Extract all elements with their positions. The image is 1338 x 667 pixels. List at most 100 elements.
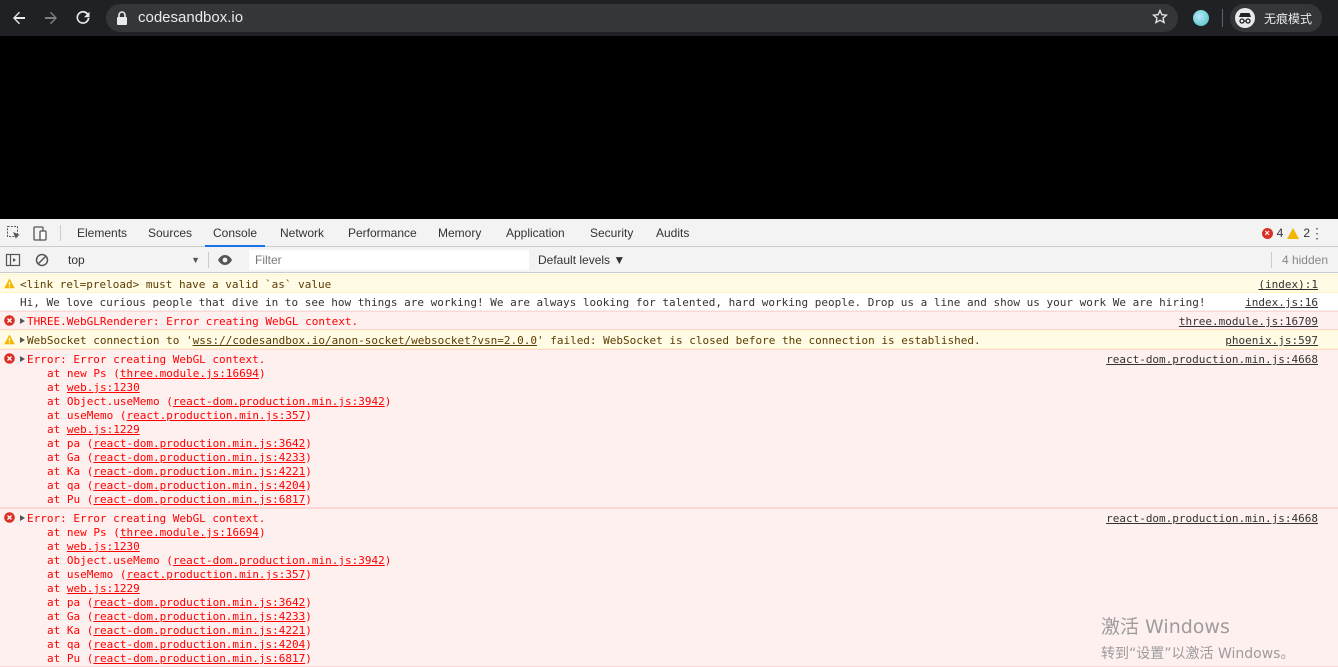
- stack-frame-end: ): [305, 652, 312, 665]
- stack-frame-function: at: [47, 582, 67, 595]
- stack-frame-location-link[interactable]: web.js:1230: [67, 540, 140, 553]
- stack-frame-location-link[interactable]: web.js:1229: [67, 423, 140, 436]
- message-text-suffix: ' failed: WebSocket is closed before the…: [536, 334, 981, 347]
- stack-frame-function: at useMemo (: [47, 568, 127, 581]
- forward-button[interactable]: [40, 7, 62, 29]
- browser-toolbar: codesandbox.io 无痕模式: [0, 0, 1338, 36]
- stack-frame-function: at: [47, 381, 67, 394]
- stack-frame-function: at qa (: [47, 479, 94, 492]
- stack-frame-location-link[interactable]: react-dom.production.min.js:3642: [93, 437, 305, 450]
- stack-frame-function: at Ka (: [47, 624, 94, 637]
- page-viewport[interactable]: [0, 36, 1338, 219]
- stack-frame-end: ): [305, 465, 312, 478]
- tab-sources[interactable]: Sources: [148, 219, 192, 247]
- stack-frame-location-link[interactable]: react-dom.production.min.js:3942: [173, 554, 385, 567]
- back-button[interactable]: [8, 7, 30, 29]
- more-options-icon[interactable]: ⋮: [1310, 225, 1324, 241]
- tab-console[interactable]: Console: [205, 219, 266, 247]
- warning-icon: [1287, 227, 1300, 239]
- expand-triangle-icon[interactable]: [20, 356, 25, 362]
- inspect-element-icon[interactable]: [6, 225, 22, 241]
- watermark-subtitle: 转到“设置”以激活 Windows。: [1101, 646, 1295, 662]
- stack-frame-location-link[interactable]: react-dom.production.min.js:6817: [93, 652, 305, 665]
- expand-triangle-icon[interactable]: [20, 337, 25, 343]
- tab-security[interactable]: Security: [590, 219, 633, 247]
- bookmark-star-icon[interactable]: [1152, 9, 1168, 25]
- hidden-messages-count: 4 hidden: [1281, 253, 1328, 267]
- stack-frame-end: ): [258, 367, 266, 380]
- incognito-indicator[interactable]: 无痕模式: [1230, 4, 1322, 32]
- stack-frame-location-link[interactable]: react.production.min.js:357: [126, 409, 305, 422]
- stack-frame-function: at pa (: [47, 596, 94, 609]
- stack-frame-end: ): [305, 479, 312, 492]
- stack-frame-location-link[interactable]: react-dom.production.min.js:6817: [93, 493, 305, 506]
- stack-frame-location-link[interactable]: react-dom.production.min.js:4204: [93, 638, 305, 651]
- context-select[interactable]: top ▼: [64, 250, 204, 270]
- expand-triangle-icon[interactable]: [20, 318, 25, 324]
- stack-frame-location-link[interactable]: web.js:1230: [67, 381, 140, 394]
- stack-frame: at pa (react-dom.production.min.js:3642): [0, 596, 1338, 610]
- console-message-warning[interactable]: <link rel=preload> must have a valid `as…: [0, 274, 1338, 293]
- stack-frame-function: at Pu (: [47, 652, 94, 665]
- stack-frame-location-link[interactable]: react-dom.production.min.js:4221: [93, 624, 305, 637]
- filterbar-divider-right: [1271, 252, 1272, 268]
- tab-audits[interactable]: Audits: [656, 219, 689, 247]
- filter-input[interactable]: [249, 250, 529, 270]
- stack-frame-location-link[interactable]: react.production.min.js:357: [126, 568, 305, 581]
- message-text: THREE.WebGLRenderer: Error creating WebG…: [27, 315, 359, 328]
- message-text-prefix: WebSocket connection to ': [27, 334, 193, 347]
- console-message-error[interactable]: Error: Error creating WebGL context. rea…: [0, 349, 1338, 508]
- message-source-link[interactable]: phoenix.js:597: [1225, 334, 1318, 347]
- log-levels-dropdown[interactable]: Default levels ▼: [538, 250, 625, 270]
- tab-application[interactable]: Application: [506, 219, 565, 247]
- message-source-link[interactable]: index.js:16: [1245, 296, 1318, 309]
- devtools-panel: Elements Sources Console Network Perform…: [0, 219, 1338, 667]
- stack-frame-function: at Ga (: [47, 610, 94, 623]
- message-source-link[interactable]: react-dom.production.min.js:4668: [1106, 353, 1318, 366]
- stack-frame: at useMemo (react.production.min.js:357): [0, 568, 1338, 582]
- tab-network[interactable]: Network: [280, 219, 324, 247]
- stack-frame-location-link[interactable]: three.module.js:16694: [120, 526, 259, 539]
- websocket-url-link[interactable]: wss://codesandbox.io/anon-socket/websock…: [193, 334, 537, 347]
- device-toolbar-icon[interactable]: [32, 225, 48, 241]
- stack-frame-location-link[interactable]: react-dom.production.min.js:4221: [93, 465, 305, 478]
- address-bar[interactable]: codesandbox.io: [106, 4, 1178, 32]
- stack-frame-location-link[interactable]: react-dom.production.min.js:4233: [93, 610, 305, 623]
- lock-icon: [117, 11, 127, 25]
- message-source-link[interactable]: react-dom.production.min.js:4668: [1106, 512, 1318, 525]
- console-message-error[interactable]: THREE.WebGLRenderer: Error creating WebG…: [0, 311, 1338, 330]
- extension-icon[interactable]: [1193, 10, 1209, 26]
- stack-frame-end: ): [305, 493, 312, 506]
- stack-frame: at new Ps (three.module.js:16694): [0, 526, 1338, 540]
- stack-frame-end: ): [305, 568, 312, 581]
- stack-frame: at web.js:1229: [0, 582, 1338, 596]
- reload-button[interactable]: [72, 7, 94, 29]
- stack-frame-location-link[interactable]: react-dom.production.min.js:3642: [93, 596, 305, 609]
- tab-memory[interactable]: Memory: [438, 219, 481, 247]
- clear-console-icon[interactable]: [34, 252, 50, 268]
- stack-frame-function: at useMemo (: [47, 409, 127, 422]
- sidebar-toggle-icon[interactable]: [5, 252, 21, 268]
- tab-performance[interactable]: Performance: [348, 219, 417, 247]
- forward-arrow-icon: [45, 11, 57, 25]
- stack-trace: at new Ps (three.module.js:16694) at web.…: [0, 367, 1338, 507]
- live-expression-eye-icon[interactable]: [217, 252, 233, 268]
- stack-frame-location-link[interactable]: web.js:1229: [67, 582, 140, 595]
- message-source-link[interactable]: three.module.js:16709: [1179, 315, 1318, 328]
- console-message-warning[interactable]: WebSocket connection to 'wss://codesandb…: [0, 330, 1338, 349]
- stack-frame-location-link[interactable]: react-dom.production.min.js:4204: [93, 479, 305, 492]
- stack-frame-end: ): [384, 395, 392, 408]
- stack-frame-location-link[interactable]: react-dom.production.min.js:3942: [173, 395, 385, 408]
- stack-frame-function: at new Ps (: [47, 526, 120, 539]
- console-message-log[interactable]: Hi, We love curious people that dive in …: [0, 293, 1338, 311]
- warning-icon: [4, 278, 15, 289]
- message-source-link[interactable]: (index):1: [1258, 278, 1318, 291]
- console-messages[interactable]: <link rel=preload> must have a valid `as…: [0, 274, 1338, 667]
- stack-frame-location-link[interactable]: three.module.js:16694: [120, 367, 259, 380]
- issue-counts[interactable]: × 4 2: [1261, 226, 1310, 240]
- expand-triangle-icon[interactable]: [20, 515, 25, 521]
- stack-frame-location-link[interactable]: react-dom.production.min.js:4233: [93, 451, 305, 464]
- stack-frame-end: ): [305, 638, 312, 651]
- tab-elements[interactable]: Elements: [77, 219, 127, 247]
- stack-frame-function: at Ga (: [47, 451, 94, 464]
